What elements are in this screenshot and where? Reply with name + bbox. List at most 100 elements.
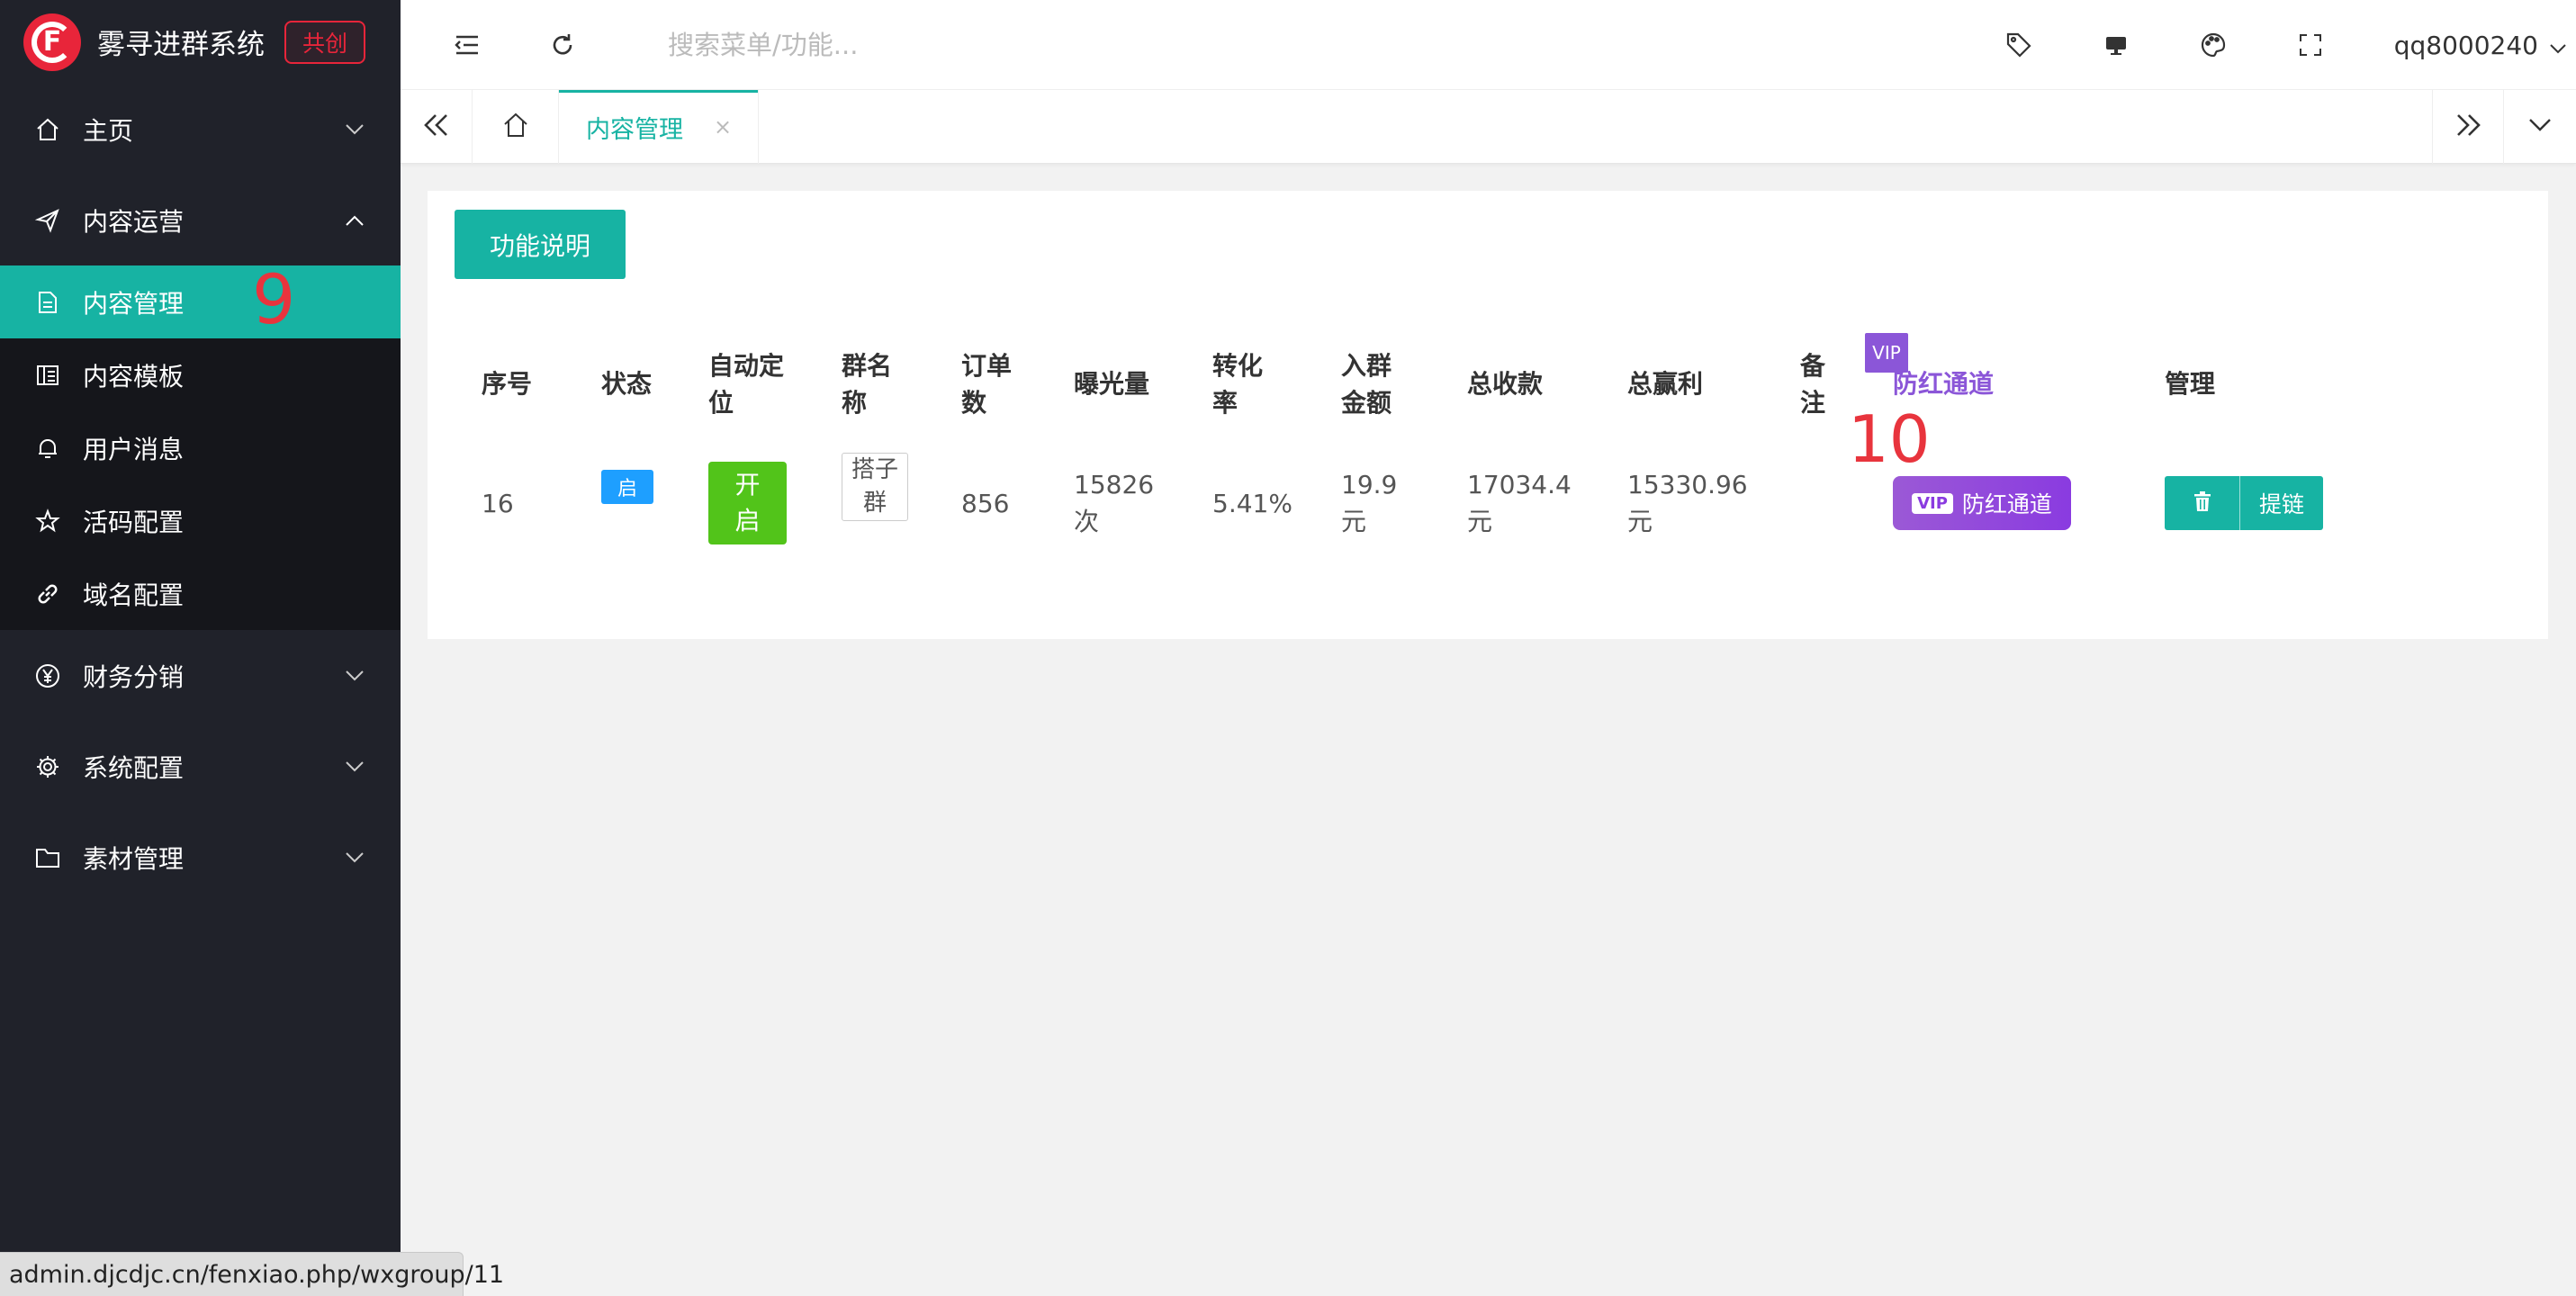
sidebar-group-label: 系统配置 <box>83 752 185 783</box>
sidebar-group-label: 主页 <box>83 115 134 146</box>
username: qq8000240 <box>2393 30 2538 60</box>
column-header: 总赢利 <box>1627 369 1704 399</box>
menu-collapse-icon[interactable] <box>452 30 482 60</box>
column-header: 订单数 <box>961 351 1013 418</box>
sidebar-group-label: 财务分销 <box>83 662 185 692</box>
logo-bar: F 雾寻进群系统 共创 <box>0 0 401 84</box>
sidebar-item-domain-config[interactable]: 域名配置 <box>0 557 401 630</box>
folder-icon <box>34 844 61 871</box>
annotation-marker-10: 10 <box>1848 401 1931 477</box>
column-header: 入群金额 <box>1341 351 1392 418</box>
status-bar-url: admin.djcdjc.cn/fenxiao.php/wxgroup/11 <box>0 1252 504 1296</box>
gear-icon <box>34 753 61 780</box>
search-input[interactable] <box>668 29 1298 60</box>
column-header: 群名称 <box>842 351 893 418</box>
close-icon[interactable]: × <box>714 114 732 140</box>
column-header: 转化率 <box>1212 351 1264 418</box>
chevron-down-icon <box>341 753 368 780</box>
sidebar-group-label: 内容运营 <box>83 206 185 237</box>
tab-scroll-right-button[interactable] <box>2432 90 2504 164</box>
column-header: 状态 <box>601 369 653 399</box>
vip-channel-button[interactable]: VIP 防红通道 <box>1893 476 2071 530</box>
sidebar-item-label: 用户消息 <box>83 434 185 464</box>
cell-id: 16 <box>482 489 514 518</box>
sidebar-item-content-template[interactable]: 内容模板 <box>0 338 401 411</box>
trash-icon <box>2193 490 2212 516</box>
column-header: 总收款 <box>1467 369 1544 399</box>
logo-icon: F <box>23 13 81 71</box>
column-header-vip: 防红通道 <box>1893 369 1995 399</box>
sidebar-group-home[interactable]: 主页 <box>0 84 401 175</box>
template-icon <box>34 362 61 389</box>
app-title: 雾寻进群系统 <box>97 29 265 61</box>
extract-link-button[interactable]: 提链 <box>2240 476 2323 530</box>
tab-scroll-left-button[interactable] <box>401 90 473 164</box>
chevron-down-icon <box>341 116 368 143</box>
column-header: 自动定位 <box>708 351 785 418</box>
tab-home[interactable] <box>473 90 559 164</box>
tab-label: 内容管理 <box>586 115 683 144</box>
sidebar-group-content-ops[interactable]: 内容运营 <box>0 175 401 266</box>
chevron-up-icon <box>341 207 368 234</box>
sidebar-group-label: 素材管理 <box>83 843 185 874</box>
double-chevron-right-icon <box>2454 113 2481 140</box>
chevron-down-icon <box>2528 118 2552 136</box>
cell-group-name: 搭子群 <box>842 453 908 521</box>
header-right-tools: qq8000240 <box>1937 0 2576 90</box>
top-header: qq8000240 <box>401 0 2576 90</box>
help-button[interactable]: 功能说明 <box>455 210 626 279</box>
sidebar-item-content-manage[interactable]: 内容管理 9 <box>0 266 401 338</box>
double-chevron-left-icon <box>423 113 450 140</box>
content-card: 功能说明 序号 状态 自动定位 群名称 订单数 曝光量 转化率 入群金额 总收款… <box>428 191 2548 639</box>
submenu-content-ops: 内容管理 9 内容模板 用户消息 活码配置 域名配置 <box>0 266 401 630</box>
sidebar-group-finance[interactable]: 财务分销 <box>0 630 401 721</box>
tab-content-manage[interactable]: 内容管理 × <box>559 90 759 164</box>
chevron-down-icon <box>341 662 368 689</box>
refresh-icon[interactable] <box>547 30 578 60</box>
link-icon <box>34 580 61 608</box>
group-name-text: 搭子群 <box>842 453 908 521</box>
column-header: 管理 <box>2165 369 2216 399</box>
sidebar: F 雾寻进群系统 共创 主页 内容运营 内容管理 9 内容模板 用户消息 活码配… <box>0 0 401 1296</box>
sidebar-item-label: 活码配置 <box>83 507 185 537</box>
cell-total-profit: 15330.96元 <box>1627 470 1748 536</box>
home-icon <box>34 116 61 143</box>
cell-total-income: 17034.4元 <box>1467 470 1572 536</box>
star-icon <box>34 508 61 535</box>
palette-icon[interactable] <box>2198 30 2229 60</box>
document-icon <box>34 289 61 316</box>
cell-conversion: 5.41% <box>1212 489 1293 518</box>
home-icon <box>502 112 529 142</box>
sidebar-item-user-messages[interactable]: 用户消息 <box>0 411 401 484</box>
cell-exposure: 15826次 <box>1074 470 1155 536</box>
auto-locate-toggle[interactable]: 开启 <box>708 462 787 544</box>
sidebar-item-label: 内容模板 <box>83 361 185 392</box>
chevron-down-icon <box>341 844 368 871</box>
send-icon <box>34 207 61 234</box>
status-badge: 启 <box>601 470 653 504</box>
bell-icon <box>34 435 61 462</box>
app-badge: 共创 <box>284 20 366 64</box>
user-menu[interactable]: qq8000240 <box>2394 31 2567 60</box>
column-header: 序号 <box>482 369 533 399</box>
vip-tag: VIP <box>1912 492 1953 514</box>
yen-icon <box>34 662 61 689</box>
sidebar-group-system-config[interactable]: 系统配置 <box>0 721 401 812</box>
sidebar-item-label: 域名配置 <box>83 580 185 610</box>
tag-icon[interactable] <box>2004 30 2034 60</box>
sidebar-group-material[interactable]: 素材管理 <box>0 812 401 903</box>
cell-join-fee: 19.9元 <box>1341 470 1398 536</box>
delete-button[interactable] <box>2165 476 2240 530</box>
manage-actions: 提链 <box>2165 476 2323 530</box>
tab-bar: 内容管理 × <box>401 90 2576 164</box>
tab-more-button[interactable] <box>2504 90 2576 164</box>
column-header: 备注 <box>1800 351 1826 418</box>
sidebar-item-label: 内容管理 <box>83 288 185 319</box>
column-header: 曝光量 <box>1074 369 1150 399</box>
fullscreen-icon[interactable] <box>2295 30 2326 60</box>
cell-orders: 856 <box>961 489 1010 518</box>
monitor-icon[interactable] <box>2101 30 2131 60</box>
vip-channel-label: 防红通道 <box>1961 491 2052 518</box>
sidebar-item-livecode-config[interactable]: 活码配置 <box>0 484 401 557</box>
chevron-down-icon <box>2549 31 2567 60</box>
